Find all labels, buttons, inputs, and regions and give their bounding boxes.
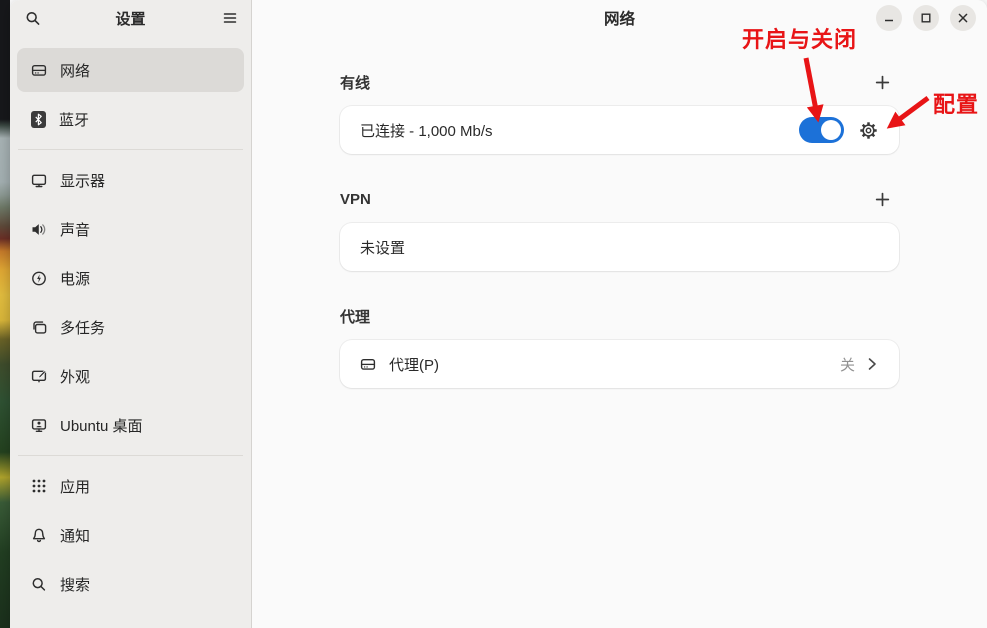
add-wired-connection-button[interactable] — [870, 70, 894, 94]
power-icon — [31, 270, 47, 286]
speaker-icon — [31, 221, 47, 237]
search-icon — [25, 10, 41, 26]
sidebar-item-label: 应用 — [60, 476, 90, 497]
section-header-vpn: VPN — [340, 189, 899, 209]
bluetooth-icon — [31, 111, 46, 128]
network-wired-icon — [31, 62, 47, 78]
maximize-button[interactable] — [913, 5, 939, 31]
main-panel: 网络 有线 — [252, 0, 987, 628]
search-button[interactable] — [18, 3, 48, 33]
chevron-right-icon — [865, 356, 879, 372]
sidebar-title: 设置 — [115, 8, 145, 29]
appearance-icon — [31, 368, 47, 384]
sidebar-item-ubuntu-desktop[interactable]: Ubuntu 桌面 — [17, 403, 244, 447]
annotation-toggle-label: 开启与关闭 — [742, 22, 857, 54]
sidebar-item-label: 外观 — [60, 366, 90, 387]
network-wired-icon — [360, 356, 376, 372]
close-button[interactable] — [950, 5, 976, 31]
section-header-proxy: 代理 — [340, 306, 899, 326]
network-settings-content: 有线 已连接 - 1,000 Mb/s — [340, 72, 899, 388]
sidebar-item-multitasking[interactable]: 多任务 — [17, 305, 244, 349]
sidebar-item-search[interactable]: 搜索 — [17, 562, 244, 606]
plus-icon — [874, 74, 891, 91]
section-header-wired: 有线 — [340, 72, 899, 92]
section-label: 代理 — [340, 306, 370, 327]
sidebar-header: 设置 — [10, 0, 251, 36]
sidebar-item-label: 搜索 — [60, 574, 90, 595]
sidebar-item-bluetooth[interactable]: 蓝牙 — [17, 97, 244, 141]
proxy-label: 代理(P) — [389, 354, 439, 375]
sidebar-item-network[interactable]: 网络 — [17, 48, 244, 92]
gnome-settings-window: 设置 网络 — [10, 0, 987, 628]
vpn-row: 未设置 — [340, 223, 899, 271]
sidebar-item-power[interactable]: 电源 — [17, 256, 244, 300]
sidebar-item-display[interactable]: 显示器 — [17, 158, 244, 202]
section-label: 有线 — [340, 72, 370, 93]
sidebar-item-label: 通知 — [60, 525, 90, 546]
toggle-knob — [821, 120, 841, 140]
sidebar-item-label: 蓝牙 — [59, 109, 89, 130]
section-label: VPN — [340, 191, 371, 208]
sidebar-item-apps[interactable]: 应用 — [17, 464, 244, 508]
connection-status-label: 已连接 - 1,000 Mb/s — [360, 120, 493, 141]
add-vpn-button[interactable] — [870, 187, 894, 211]
minimize-icon — [882, 11, 896, 25]
maximize-icon — [919, 11, 933, 25]
sidebar-item-label: 显示器 — [60, 170, 105, 191]
window-controls — [876, 5, 976, 31]
main-menu-button[interactable] — [215, 3, 245, 33]
apps-grid-icon — [31, 478, 47, 494]
gear-icon — [858, 120, 879, 141]
display-icon — [31, 172, 47, 188]
desktop-wallpaper-strip — [0, 0, 10, 628]
plus-icon — [874, 191, 891, 208]
sidebar-item-label: 电源 — [60, 268, 90, 289]
sidebar-item-label: 网络 — [60, 60, 90, 81]
sidebar: 设置 网络 — [10, 0, 252, 628]
sidebar-item-label: 声音 — [60, 219, 90, 240]
vpn-status-label: 未设置 — [360, 237, 405, 258]
minimize-button[interactable] — [876, 5, 902, 31]
sidebar-item-notifications[interactable]: 通知 — [17, 513, 244, 557]
wired-options-button[interactable] — [857, 119, 879, 141]
annotation-configure-label: 配置 — [933, 87, 979, 119]
ubuntu-desktop-icon — [31, 417, 47, 433]
sidebar-separator — [18, 455, 243, 456]
sidebar-nav: 网络 蓝牙 显示器 — [10, 36, 251, 628]
sidebar-item-appearance[interactable]: 外观 — [17, 354, 244, 398]
sidebar-item-sound[interactable]: 声音 — [17, 207, 244, 251]
proxy-state-value: 关 — [840, 354, 855, 375]
hamburger-menu-icon — [222, 10, 238, 26]
sidebar-item-label: 多任务 — [60, 317, 105, 338]
settings-window: 设置 网络 — [0, 0, 987, 628]
multitasking-icon — [31, 319, 47, 335]
sidebar-separator — [18, 149, 243, 150]
search-icon — [31, 576, 47, 592]
main-header: 网络 — [252, 0, 987, 36]
sidebar-item-label: Ubuntu 桌面 — [60, 415, 143, 436]
wired-connection-row[interactable]: 已连接 - 1,000 Mb/s — [340, 106, 899, 154]
close-icon — [956, 11, 970, 25]
proxy-row[interactable]: 代理(P) 关 — [340, 340, 899, 388]
page-title: 网络 — [604, 7, 635, 29]
bell-icon — [31, 527, 47, 543]
wired-toggle-switch[interactable] — [799, 117, 844, 143]
